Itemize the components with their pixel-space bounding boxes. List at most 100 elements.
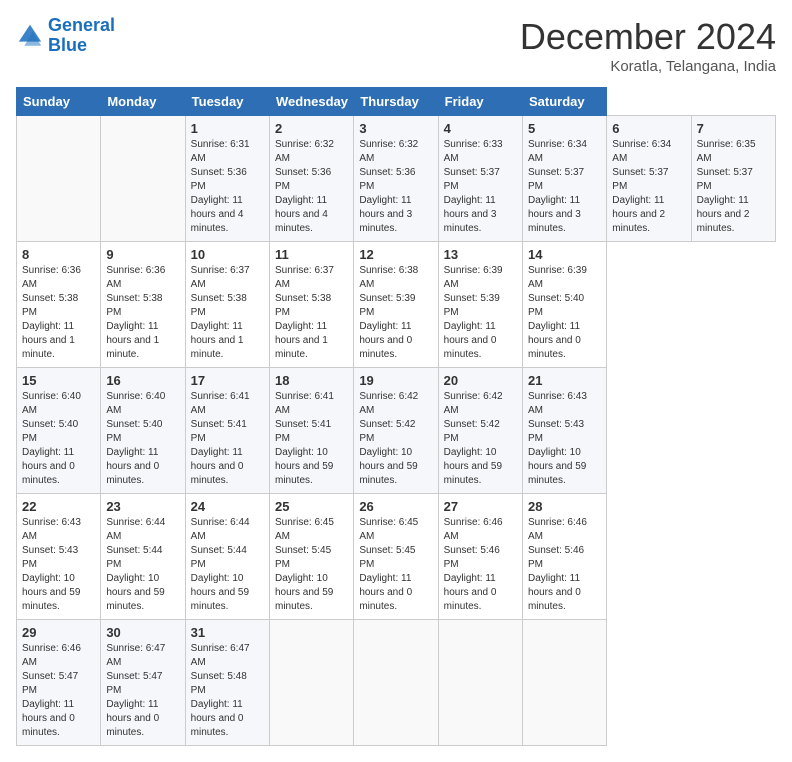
day-number: 9 [106, 247, 179, 262]
empty-cell [17, 116, 101, 242]
calendar-cell: 11 Sunrise: 6:37 AMSunset: 5:38 PMDayligh… [269, 242, 353, 368]
day-number: 11 [275, 247, 348, 262]
month-title: December 2024 [520, 16, 776, 58]
calendar-cell: 13 Sunrise: 6:39 AMSunset: 5:39 PMDayligh… [438, 242, 522, 368]
calendar-cell: 4 Sunrise: 6:33 AMSunset: 5:37 PMDaylight… [438, 116, 522, 242]
day-details: Sunrise: 6:37 AMSunset: 5:38 PMDaylight:… [191, 264, 264, 362]
calendar-cell [354, 620, 438, 746]
day-details: Sunrise: 6:35 AMSunset: 5:37 PMDaylight:… [697, 138, 770, 236]
calendar-cell: 6 Sunrise: 6:34 AMSunset: 5:37 PMDaylight… [607, 116, 691, 242]
day-number: 14 [528, 247, 601, 262]
calendar-cell: 10 Sunrise: 6:37 AMSunset: 5:38 PMDayligh… [185, 242, 269, 368]
day-number: 31 [191, 625, 264, 640]
calendar-cell: 5 Sunrise: 6:34 AMSunset: 5:37 PMDaylight… [522, 116, 606, 242]
logo-text: General Blue [48, 16, 115, 56]
day-details: Sunrise: 6:34 AMSunset: 5:37 PMDaylight:… [528, 138, 601, 236]
day-details: Sunrise: 6:32 AMSunset: 5:36 PMDaylight:… [275, 138, 348, 236]
calendar-cell: 2Sunrise: 6:32 AMSunset: 5:36 PMDaylight… [269, 116, 353, 242]
calendar-cell: 31 Sunrise: 6:47 AMSunset: 5:48 PMDayligh… [185, 620, 269, 746]
day-number: 13 [444, 247, 517, 262]
days-header-row: SundayMondayTuesdayWednesdayThursdayFrid… [17, 88, 776, 116]
day-details: Sunrise: 6:42 AMSunset: 5:42 PMDaylight:… [444, 390, 517, 488]
day-details: Sunrise: 6:43 AMSunset: 5:43 PMDaylight:… [22, 516, 95, 614]
day-number: 10 [191, 247, 264, 262]
calendar-cell [438, 620, 522, 746]
calendar-cell: 14 Sunrise: 6:39 AMSunset: 5:40 PMDayligh… [522, 242, 606, 368]
day-details: Sunrise: 6:46 AMSunset: 5:46 PMDaylight:… [528, 516, 601, 614]
day-number: 6 [612, 121, 685, 136]
day-number: 5 [528, 121, 601, 136]
day-number: 8 [22, 247, 95, 262]
day-details: Sunrise: 6:31 AMSunset: 5:36 PMDaylight:… [191, 138, 264, 236]
calendar-cell: 23 Sunrise: 6:44 AMSunset: 5:44 PMDayligh… [101, 494, 185, 620]
day-details: Sunrise: 6:41 AMSunset: 5:41 PMDaylight:… [191, 390, 264, 488]
logo-blue: Blue [48, 35, 87, 55]
day-details: Sunrise: 6:41 AMSunset: 5:41 PMDaylight:… [275, 390, 348, 488]
day-number: 1 [191, 121, 264, 136]
day-details: Sunrise: 6:40 AMSunset: 5:40 PMDaylight:… [22, 390, 95, 488]
calendar-cell: 20Sunrise: 6:42 AMSunset: 5:42 PMDayligh… [438, 368, 522, 494]
day-details: Sunrise: 6:46 AMSunset: 5:47 PMDaylight:… [22, 642, 95, 740]
day-number: 29 [22, 625, 95, 640]
day-header-monday: Monday [101, 88, 185, 116]
day-number: 22 [22, 499, 95, 514]
calendar-cell: 28 Sunrise: 6:46 AMSunset: 5:46 PMDayligh… [522, 494, 606, 620]
day-number: 7 [697, 121, 770, 136]
day-details: Sunrise: 6:33 AMSunset: 5:37 PMDaylight:… [444, 138, 517, 236]
day-number: 26 [359, 499, 432, 514]
day-number: 18 [275, 373, 348, 388]
calendar-cell: 12 Sunrise: 6:38 AMSunset: 5:39 PMDayligh… [354, 242, 438, 368]
calendar-body: 1 Sunrise: 6:31 AMSunset: 5:36 PMDaylight… [17, 116, 776, 746]
week-row-4: 22 Sunrise: 6:43 AMSunset: 5:43 PMDayligh… [17, 494, 776, 620]
calendar-cell: 29 Sunrise: 6:46 AMSunset: 5:47 PMDayligh… [17, 620, 101, 746]
day-details: Sunrise: 6:47 AMSunset: 5:48 PMDaylight:… [191, 642, 264, 740]
week-row-5: 29 Sunrise: 6:46 AMSunset: 5:47 PMDayligh… [17, 620, 776, 746]
day-number: 12 [359, 247, 432, 262]
calendar-cell: 25 Sunrise: 6:45 AMSunset: 5:45 PMDayligh… [269, 494, 353, 620]
day-number: 25 [275, 499, 348, 514]
day-number: 24 [191, 499, 264, 514]
title-block: December 2024 Koratla, Telangana, India [520, 16, 776, 75]
day-number: 19 [359, 373, 432, 388]
week-row-3: 15 Sunrise: 6:40 AMSunset: 5:40 PMDayligh… [17, 368, 776, 494]
logo: General Blue [16, 16, 115, 56]
calendar-cell: 8Sunrise: 6:36 AMSunset: 5:38 PMDaylight… [17, 242, 101, 368]
day-details: Sunrise: 6:45 AMSunset: 5:45 PMDaylight:… [359, 516, 432, 614]
day-number: 30 [106, 625, 179, 640]
day-number: 17 [191, 373, 264, 388]
calendar-cell [522, 620, 606, 746]
calendar-cell [269, 620, 353, 746]
day-number: 4 [444, 121, 517, 136]
day-number: 16 [106, 373, 179, 388]
week-row-2: 8 Sunrise: 6:36 AMSunset: 5:38 PMDaylight… [17, 242, 776, 368]
day-details: Sunrise: 6:36 AMSunset: 5:38 PMDaylight:… [106, 264, 179, 362]
day-details: Sunrise: 6:39 AMSunset: 5:39 PMDaylight:… [444, 264, 517, 362]
day-number: 23 [106, 499, 179, 514]
day-details: Sunrise: 6:39 AMSunset: 5:40 PMDaylight:… [528, 264, 601, 362]
calendar-cell: 30Sunrise: 6:47 AMSunset: 5:47 PMDayligh… [101, 620, 185, 746]
day-details: Sunrise: 6:34 AMSunset: 5:37 PMDaylight:… [612, 138, 685, 236]
day-number: 28 [528, 499, 601, 514]
day-details: Sunrise: 6:46 AMSunset: 5:46 PMDaylight:… [444, 516, 517, 614]
day-header-thursday: Thursday [354, 88, 438, 116]
calendar-cell: 27Sunrise: 6:46 AMSunset: 5:46 PMDayligh… [438, 494, 522, 620]
day-details: Sunrise: 6:43 AMSunset: 5:43 PMDaylight:… [528, 390, 601, 488]
day-number: 15 [22, 373, 95, 388]
day-header-tuesday: Tuesday [185, 88, 269, 116]
day-details: Sunrise: 6:38 AMSunset: 5:39 PMDaylight:… [359, 264, 432, 362]
day-details: Sunrise: 6:37 AMSunset: 5:38 PMDaylight:… [275, 264, 348, 362]
day-details: Sunrise: 6:45 AMSunset: 5:45 PMDaylight:… [275, 516, 348, 614]
calendar-cell: 16Sunrise: 6:40 AMSunset: 5:40 PMDayligh… [101, 368, 185, 494]
day-header-friday: Friday [438, 88, 522, 116]
calendar-cell: 18 Sunrise: 6:41 AMSunset: 5:41 PMDayligh… [269, 368, 353, 494]
day-header-saturday: Saturday [522, 88, 606, 116]
calendar-cell: 15 Sunrise: 6:40 AMSunset: 5:40 PMDayligh… [17, 368, 101, 494]
calendar-cell: 19 Sunrise: 6:42 AMSunset: 5:42 PMDayligh… [354, 368, 438, 494]
day-number: 3 [359, 121, 432, 136]
day-details: Sunrise: 6:42 AMSunset: 5:42 PMDaylight:… [359, 390, 432, 488]
logo-general: General [48, 15, 115, 35]
day-details: Sunrise: 6:44 AMSunset: 5:44 PMDaylight:… [106, 516, 179, 614]
day-details: Sunrise: 6:32 AMSunset: 5:36 PMDaylight:… [359, 138, 432, 236]
week-row-1: 1 Sunrise: 6:31 AMSunset: 5:36 PMDaylight… [17, 116, 776, 242]
calendar-cell: 22 Sunrise: 6:43 AMSunset: 5:43 PMDayligh… [17, 494, 101, 620]
